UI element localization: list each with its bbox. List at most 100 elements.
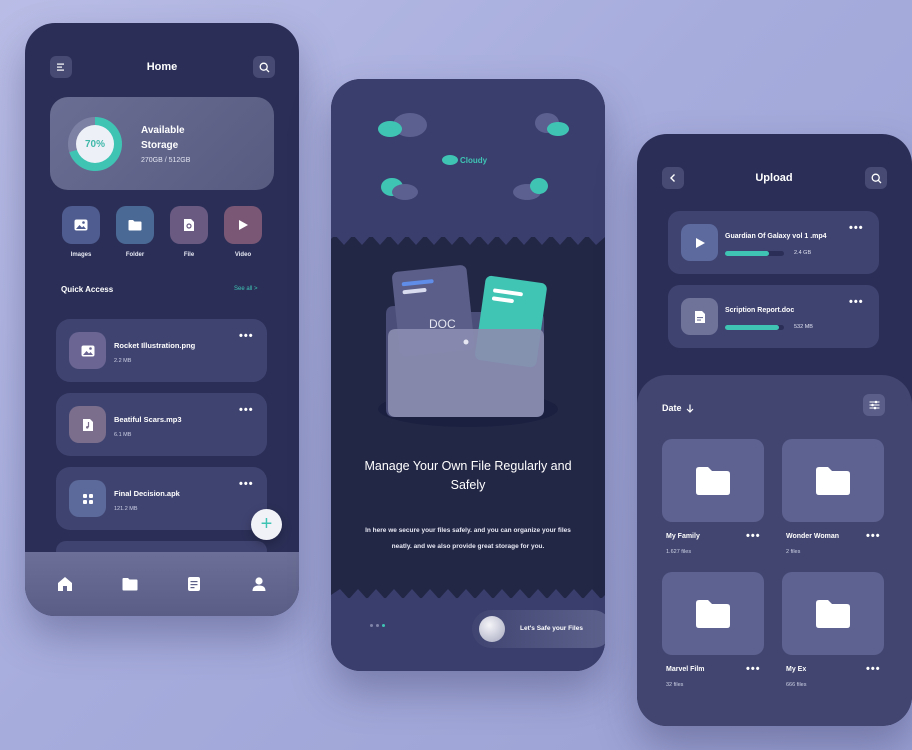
search-icon — [871, 173, 881, 183]
more-options-icon[interactable]: ••• — [866, 664, 881, 675]
more-options-icon[interactable]: ••• — [849, 297, 864, 308]
folder-illustration: DOC — [361, 254, 575, 434]
folder-name: My Family — [666, 533, 700, 540]
sort-dropdown[interactable]: Date — [662, 403, 694, 413]
home-screen: Home 70% Available Storage 270GB / 512GB… — [25, 23, 299, 616]
menu-button[interactable] — [50, 56, 72, 78]
arrow-down-icon — [686, 404, 693, 413]
onboarding-description: In here we secure your files safely. and… — [365, 527, 571, 550]
document-icon — [188, 577, 200, 591]
upload-screen: Upload Guardian Of Galaxy vol 1 .mp4 2.4… — [637, 134, 912, 726]
folder-count: 32 files — [666, 682, 684, 688]
file-item[interactable]: Rocket Illustration.png 2.2 MB ••• — [56, 319, 267, 382]
upload-progress-fill — [725, 325, 780, 330]
upload-item[interactable]: Guardian Of Galaxy vol 1 .mp4 2.4 GB ••• — [668, 211, 879, 274]
image-icon — [74, 219, 88, 231]
cloud-icon — [381, 178, 418, 200]
more-options-icon[interactable]: ••• — [239, 405, 254, 416]
folder-tile — [662, 572, 764, 655]
play-icon — [239, 220, 248, 230]
category-video[interactable]: Video — [224, 206, 262, 258]
category-images[interactable]: Images — [62, 206, 100, 258]
folder-card[interactable]: My Ex 666 files ••• — [782, 572, 884, 688]
folder-card[interactable]: My Family 1.627 files ••• — [662, 439, 764, 555]
tab-documents[interactable] — [184, 574, 204, 594]
cloud-icon — [535, 113, 569, 136]
folders-panel: Date My Family 1.627 files ••• Wonder Wo… — [637, 375, 912, 726]
folder-count: 1.627 files — [666, 549, 692, 555]
more-options-icon[interactable]: ••• — [866, 531, 881, 542]
upload-size: 2.4 GB — [794, 250, 812, 256]
filter-icon — [869, 400, 879, 410]
folder-count: 2 files — [786, 549, 801, 555]
upload-size: 532 MB — [794, 324, 813, 330]
filter-button[interactable] — [863, 394, 885, 416]
safe-files-slider-button[interactable]: Let's Safe your Files — [472, 610, 605, 648]
folder-card[interactable]: Wonder Woman 2 files ••• — [782, 439, 884, 555]
more-options-icon[interactable]: ••• — [239, 479, 254, 490]
category-box — [170, 206, 208, 244]
file-item[interactable]: Final Decision.apk 121.2 MB ••• — [56, 467, 267, 530]
quick-access-title: Quick Access — [61, 285, 114, 294]
folder-tile — [662, 439, 764, 522]
file-name: Final Decision.apk — [114, 489, 180, 498]
folder-icon — [816, 466, 850, 495]
folder-icon — [696, 599, 730, 628]
folder-tile — [782, 439, 884, 522]
category-folder[interactable]: Folder — [116, 206, 154, 258]
more-options-icon[interactable]: ••• — [746, 664, 761, 675]
see-all-link[interactable]: See all > — [234, 286, 258, 292]
category-box — [62, 206, 100, 244]
plus-icon: + — [260, 513, 273, 535]
folder-name: My Ex — [786, 666, 807, 673]
file-thumb — [69, 406, 106, 443]
folder-card[interactable]: Marvel Film 32 files ••• — [662, 572, 764, 688]
file-name: Beatiful Scars.mp3 — [114, 415, 182, 424]
tab-folder[interactable] — [120, 574, 140, 594]
add-button[interactable]: + — [251, 509, 282, 540]
zigzag-divider — [331, 589, 605, 603]
folder-icon — [696, 466, 730, 495]
upload-progress — [725, 325, 784, 330]
category-label: Images — [70, 252, 92, 258]
slider-knob[interactable] — [479, 616, 505, 642]
upload-thumb — [681, 298, 718, 335]
cta-label: Let's Safe your Files — [520, 625, 583, 632]
page-dot-active — [382, 624, 385, 627]
folder-icon — [122, 578, 138, 591]
file-item[interactable]: Beatiful Scars.mp3 6.1 MB ••• — [56, 393, 267, 456]
more-options-icon[interactable]: ••• — [746, 531, 761, 542]
tab-bar — [25, 552, 299, 616]
onboarding-screen: Cloudy DOC Manage Your Own File Regularl… — [331, 79, 605, 671]
upload-name: Scription Report.doc — [725, 307, 795, 314]
tab-profile[interactable] — [249, 574, 269, 594]
storage-title: Available Storage — [141, 125, 185, 151]
chevron-left-icon — [670, 174, 675, 182]
grid-icon — [82, 493, 93, 504]
folder-icon — [816, 599, 850, 628]
file-size: 6.1 MB — [114, 432, 132, 438]
search-button[interactable] — [865, 167, 887, 189]
page-title: Home — [146, 61, 178, 73]
folder-tile — [782, 572, 884, 655]
tab-home[interactable] — [55, 574, 75, 594]
category-box — [224, 206, 262, 244]
weather-label: Cloudy — [460, 156, 488, 165]
page-indicator — [370, 624, 385, 627]
upload-progress — [725, 251, 784, 256]
search-button[interactable] — [253, 56, 275, 78]
back-button[interactable] — [662, 167, 684, 189]
page-dot — [376, 624, 379, 627]
file-size: 2.2 MB — [114, 358, 132, 364]
category-file[interactable]: File — [170, 206, 208, 258]
upload-item[interactable]: Scription Report.doc 532 MB ••• — [668, 285, 879, 348]
storage-card[interactable]: 70% Available Storage 270GB / 512GB — [50, 97, 274, 190]
file-thumb — [69, 480, 106, 517]
sort-label: Date — [662, 403, 682, 413]
document-folder-illustration — [378, 265, 558, 427]
folder-icon — [128, 220, 142, 231]
more-options-icon[interactable]: ••• — [239, 331, 254, 342]
more-options-icon[interactable]: ••• — [849, 223, 864, 234]
folder-name: Marvel Film — [666, 666, 705, 673]
upload-name: Guardian Of Galaxy vol 1 .mp4 — [725, 233, 827, 240]
